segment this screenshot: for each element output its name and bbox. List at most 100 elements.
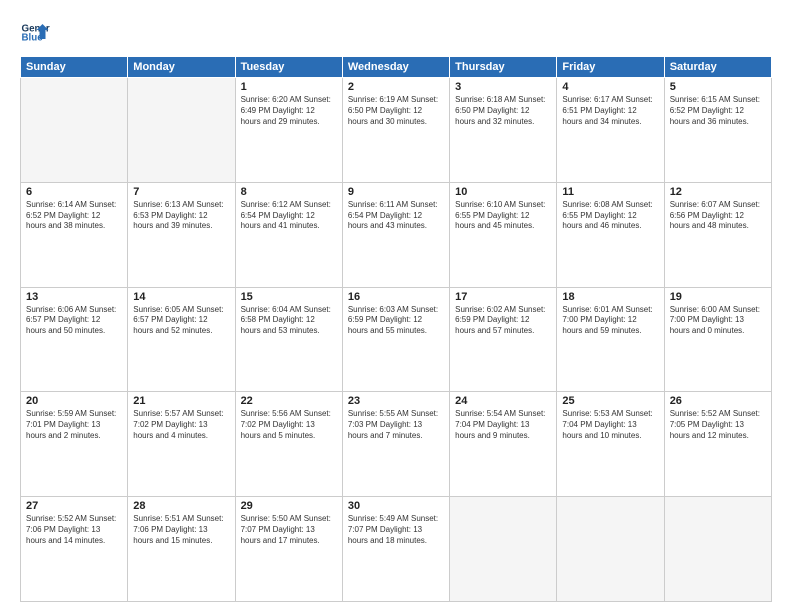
day-info: Sunrise: 5:56 AM Sunset: 7:02 PM Dayligh… <box>241 409 337 441</box>
day-number: 11 <box>562 186 658 198</box>
calendar-cell <box>128 78 235 183</box>
day-number: 13 <box>26 291 122 303</box>
calendar-cell <box>450 497 557 602</box>
day-number: 26 <box>670 395 766 407</box>
calendar-cell: 5 Sunrise: 6:15 AM Sunset: 6:52 PM Daylig… <box>664 78 771 183</box>
day-number: 9 <box>348 186 444 198</box>
day-number: 14 <box>133 291 229 303</box>
calendar-cell: 20 Sunrise: 5:59 AM Sunset: 7:01 PM Dayli… <box>21 392 128 497</box>
week-row-3: 13 Sunrise: 6:06 AM Sunset: 6:57 PM Dayli… <box>21 287 772 392</box>
weekday-header-monday: Monday <box>128 57 235 78</box>
day-info: Sunrise: 6:04 AM Sunset: 6:58 PM Dayligh… <box>241 305 337 337</box>
day-info: Sunrise: 6:03 AM Sunset: 6:59 PM Dayligh… <box>348 305 444 337</box>
day-info: Sunrise: 6:20 AM Sunset: 6:49 PM Dayligh… <box>241 95 337 127</box>
calendar-table: SundayMondayTuesdayWednesdayThursdayFrid… <box>20 56 772 602</box>
calendar-cell: 26 Sunrise: 5:52 AM Sunset: 7:05 PM Dayli… <box>664 392 771 497</box>
day-number: 15 <box>241 291 337 303</box>
week-row-2: 6 Sunrise: 6:14 AM Sunset: 6:52 PM Daylig… <box>21 182 772 287</box>
day-number: 19 <box>670 291 766 303</box>
day-number: 23 <box>348 395 444 407</box>
day-info: Sunrise: 5:52 AM Sunset: 7:05 PM Dayligh… <box>670 409 766 441</box>
calendar-cell: 10 Sunrise: 6:10 AM Sunset: 6:55 PM Dayli… <box>450 182 557 287</box>
calendar-cell <box>21 78 128 183</box>
page: General Blue SundayMondayTuesdayWednesda… <box>0 0 792 612</box>
day-info: Sunrise: 5:59 AM Sunset: 7:01 PM Dayligh… <box>26 409 122 441</box>
week-row-5: 27 Sunrise: 5:52 AM Sunset: 7:06 PM Dayli… <box>21 497 772 602</box>
day-info: Sunrise: 6:10 AM Sunset: 6:55 PM Dayligh… <box>455 200 551 232</box>
day-info: Sunrise: 6:07 AM Sunset: 6:56 PM Dayligh… <box>670 200 766 232</box>
day-info: Sunrise: 6:19 AM Sunset: 6:50 PM Dayligh… <box>348 95 444 127</box>
day-number: 10 <box>455 186 551 198</box>
day-info: Sunrise: 6:06 AM Sunset: 6:57 PM Dayligh… <box>26 305 122 337</box>
calendar-cell: 21Sunrise: 5:57 AM Sunset: 7:02 PM Dayli… <box>128 392 235 497</box>
header: General Blue <box>20 18 772 48</box>
logo: General Blue <box>20 18 50 48</box>
calendar-cell: 1 Sunrise: 6:20 AM Sunset: 6:49 PM Daylig… <box>235 78 342 183</box>
weekday-header-sunday: Sunday <box>21 57 128 78</box>
calendar-cell: 12 Sunrise: 6:07 AM Sunset: 6:56 PM Dayli… <box>664 182 771 287</box>
calendar-cell: 30Sunrise: 5:49 AM Sunset: 7:07 PM Dayli… <box>342 497 449 602</box>
day-info: Sunrise: 5:49 AM Sunset: 7:07 PM Dayligh… <box>348 514 444 546</box>
calendar-cell: 13 Sunrise: 6:06 AM Sunset: 6:57 PM Dayli… <box>21 287 128 392</box>
day-number: 4 <box>562 81 658 93</box>
calendar-cell: 14 Sunrise: 6:05 AM Sunset: 6:57 PM Dayli… <box>128 287 235 392</box>
week-row-4: 20 Sunrise: 5:59 AM Sunset: 7:01 PM Dayli… <box>21 392 772 497</box>
day-number: 8 <box>241 186 337 198</box>
day-number: 29 <box>241 500 337 512</box>
day-number: 1 <box>241 81 337 93</box>
weekday-header-thursday: Thursday <box>450 57 557 78</box>
week-row-1: 1 Sunrise: 6:20 AM Sunset: 6:49 PM Daylig… <box>21 78 772 183</box>
calendar-cell <box>557 497 664 602</box>
calendar-cell: 2 Sunrise: 6:19 AM Sunset: 6:50 PM Daylig… <box>342 78 449 183</box>
day-number: 18 <box>562 291 658 303</box>
day-info: Sunrise: 6:02 AM Sunset: 6:59 PM Dayligh… <box>455 305 551 337</box>
calendar-cell: 16 Sunrise: 6:03 AM Sunset: 6:59 PM Dayli… <box>342 287 449 392</box>
calendar-cell: 22 Sunrise: 5:56 AM Sunset: 7:02 PM Dayli… <box>235 392 342 497</box>
calendar-cell: 19 Sunrise: 6:00 AM Sunset: 7:00 PM Dayli… <box>664 287 771 392</box>
day-number: 17 <box>455 291 551 303</box>
day-number: 21 <box>133 395 229 407</box>
day-number: 2 <box>348 81 444 93</box>
calendar-cell: 11Sunrise: 6:08 AM Sunset: 6:55 PM Dayli… <box>557 182 664 287</box>
day-number: 28 <box>133 500 229 512</box>
calendar-cell: 29 Sunrise: 5:50 AM Sunset: 7:07 PM Dayli… <box>235 497 342 602</box>
day-number: 12 <box>670 186 766 198</box>
day-info: Sunrise: 6:01 AM Sunset: 7:00 PM Dayligh… <box>562 305 658 337</box>
calendar-cell: 25 Sunrise: 5:53 AM Sunset: 7:04 PM Dayli… <box>557 392 664 497</box>
calendar-cell <box>664 497 771 602</box>
day-number: 20 <box>26 395 122 407</box>
day-info: Sunrise: 6:18 AM Sunset: 6:50 PM Dayligh… <box>455 95 551 127</box>
day-info: Sunrise: 5:50 AM Sunset: 7:07 PM Dayligh… <box>241 514 337 546</box>
day-info: Sunrise: 6:14 AM Sunset: 6:52 PM Dayligh… <box>26 200 122 232</box>
day-info: Sunrise: 6:05 AM Sunset: 6:57 PM Dayligh… <box>133 305 229 337</box>
weekday-header-saturday: Saturday <box>664 57 771 78</box>
day-info: Sunrise: 5:52 AM Sunset: 7:06 PM Dayligh… <box>26 514 122 546</box>
calendar-cell: 18 Sunrise: 6:01 AM Sunset: 7:00 PM Dayli… <box>557 287 664 392</box>
day-info: Sunrise: 6:00 AM Sunset: 7:00 PM Dayligh… <box>670 305 766 337</box>
day-number: 5 <box>670 81 766 93</box>
calendar-cell: 7 Sunrise: 6:13 AM Sunset: 6:53 PM Daylig… <box>128 182 235 287</box>
day-info: Sunrise: 5:53 AM Sunset: 7:04 PM Dayligh… <box>562 409 658 441</box>
day-info: Sunrise: 6:15 AM Sunset: 6:52 PM Dayligh… <box>670 95 766 127</box>
day-info: Sunrise: 5:54 AM Sunset: 7:04 PM Dayligh… <box>455 409 551 441</box>
day-number: 22 <box>241 395 337 407</box>
calendar-cell: 3Sunrise: 6:18 AM Sunset: 6:50 PM Daylig… <box>450 78 557 183</box>
day-info: Sunrise: 6:17 AM Sunset: 6:51 PM Dayligh… <box>562 95 658 127</box>
day-number: 6 <box>26 186 122 198</box>
calendar-cell: 23 Sunrise: 5:55 AM Sunset: 7:03 PM Dayli… <box>342 392 449 497</box>
logo-icon: General Blue <box>20 18 50 48</box>
weekday-header-row: SundayMondayTuesdayWednesdayThursdayFrid… <box>21 57 772 78</box>
calendar-cell: 15 Sunrise: 6:04 AM Sunset: 6:58 PM Dayli… <box>235 287 342 392</box>
day-number: 7 <box>133 186 229 198</box>
day-number: 24 <box>455 395 551 407</box>
day-info: Sunrise: 5:55 AM Sunset: 7:03 PM Dayligh… <box>348 409 444 441</box>
calendar-cell: 8Sunrise: 6:12 AM Sunset: 6:54 PM Daylig… <box>235 182 342 287</box>
day-number: 25 <box>562 395 658 407</box>
day-number: 16 <box>348 291 444 303</box>
calendar-cell: 27 Sunrise: 5:52 AM Sunset: 7:06 PM Dayli… <box>21 497 128 602</box>
calendar-cell: 24 Sunrise: 5:54 AM Sunset: 7:04 PM Dayli… <box>450 392 557 497</box>
day-info: Sunrise: 6:13 AM Sunset: 6:53 PM Dayligh… <box>133 200 229 232</box>
calendar-cell: 6 Sunrise: 6:14 AM Sunset: 6:52 PM Daylig… <box>21 182 128 287</box>
day-number: 27 <box>26 500 122 512</box>
day-info: Sunrise: 6:11 AM Sunset: 6:54 PM Dayligh… <box>348 200 444 232</box>
